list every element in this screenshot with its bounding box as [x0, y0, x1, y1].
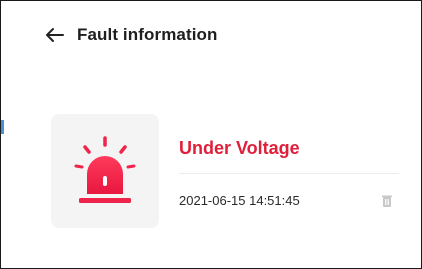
back-arrow-icon[interactable] [45, 23, 69, 47]
divider [179, 173, 399, 174]
header: Fault information [45, 21, 218, 49]
page-title: Fault information [77, 25, 218, 44]
alarm-tile [51, 114, 159, 228]
fault-information-screen: Fault information Under Voltage 2021-06-… [0, 0, 422, 269]
edge-indicator [1, 120, 4, 134]
alarm-siren-icon [74, 136, 136, 203]
fault-name: Under Voltage [179, 138, 300, 158]
fault-timestamp: 2021-06-15 14:51:45 [179, 193, 300, 208]
trash-icon[interactable] [378, 192, 396, 210]
